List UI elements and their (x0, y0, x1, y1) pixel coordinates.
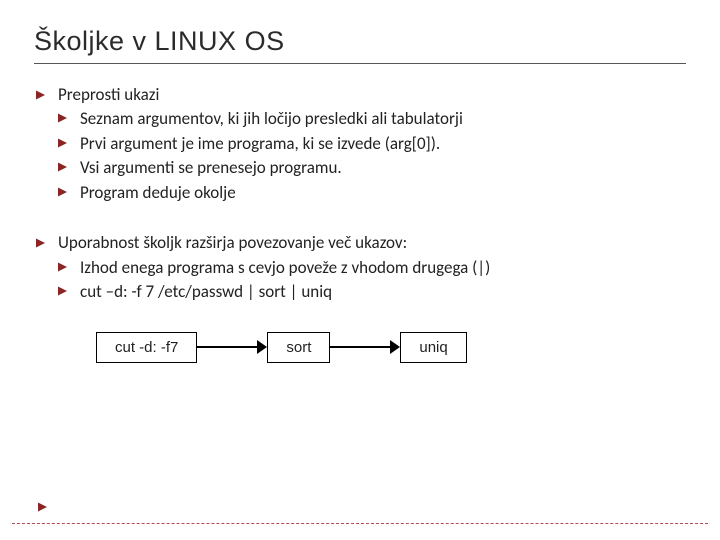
sub-text: Program deduje okolje (80, 182, 236, 203)
bullet-item: Uporabnost školjk razširja povezovanje v… (36, 232, 686, 303)
sub-list: Seznam argumentov, ki jih ločijo presled… (58, 108, 686, 204)
bullet-marker-icon (58, 187, 67, 197)
sub-item: Program deduje okolje (58, 182, 686, 204)
footer-rule (12, 523, 708, 524)
bullet-text: Preprosti ukazi (58, 84, 159, 105)
sub-text: Izhod enega programa s cevjo poveže z vh… (80, 257, 490, 278)
bullet-marker-icon (36, 90, 45, 100)
sub-item: Vsi argumenti se prenesejo programu. (58, 157, 686, 179)
bullet-marker-icon (38, 498, 47, 508)
bullet-marker-icon (36, 238, 45, 248)
bullet-marker-icon (58, 262, 67, 272)
arrow-right-icon (197, 340, 267, 354)
bullet-marker-icon (58, 113, 67, 123)
arrow-right-icon (330, 340, 400, 354)
bullet-text: Uporabnost školjk razširja povezovanje v… (58, 232, 407, 253)
sub-item: Izhod enega programa s cevjo poveže z vh… (58, 257, 686, 279)
sub-item: cut –d: -f 7 /etc/passwd | sort | uniq (58, 281, 686, 303)
pipeline-diagram: cut -d: -f7 sort uniq (96, 332, 686, 363)
sub-list: Izhod enega programa s cevjo poveže z vh… (58, 257, 686, 304)
diagram-box: uniq (400, 332, 466, 363)
diagram-box: cut -d: -f7 (96, 332, 197, 363)
sub-text: Vsi argumenti se prenesejo programu. (80, 157, 342, 178)
bullet-marker-icon (58, 286, 67, 296)
title-underline (34, 63, 686, 64)
sub-text: Seznam argumentov, ki jih ločijo presled… (80, 108, 463, 129)
sub-item: Prvi argument je ime programa, ki se izv… (58, 133, 686, 155)
bullet-marker-icon (58, 138, 67, 148)
sub-text: Prvi argument je ime programa, ki se izv… (80, 133, 440, 154)
bullet-marker-icon (58, 162, 67, 172)
diagram-box: sort (267, 332, 330, 363)
content-body: Preprosti ukazi Seznam argumentov, ki ji… (36, 84, 686, 304)
slide-title: Školjke v LINUX OS (34, 26, 686, 57)
sub-text: cut –d: -f 7 /etc/passwd | sort | uniq (80, 281, 332, 302)
bullet-item: Preprosti ukazi Seznam argumentov, ki ji… (36, 84, 686, 204)
sub-item: Seznam argumentov, ki jih ločijo presled… (58, 108, 686, 130)
slide: Školjke v LINUX OS Preprosti ukazi Sezna… (0, 0, 720, 540)
